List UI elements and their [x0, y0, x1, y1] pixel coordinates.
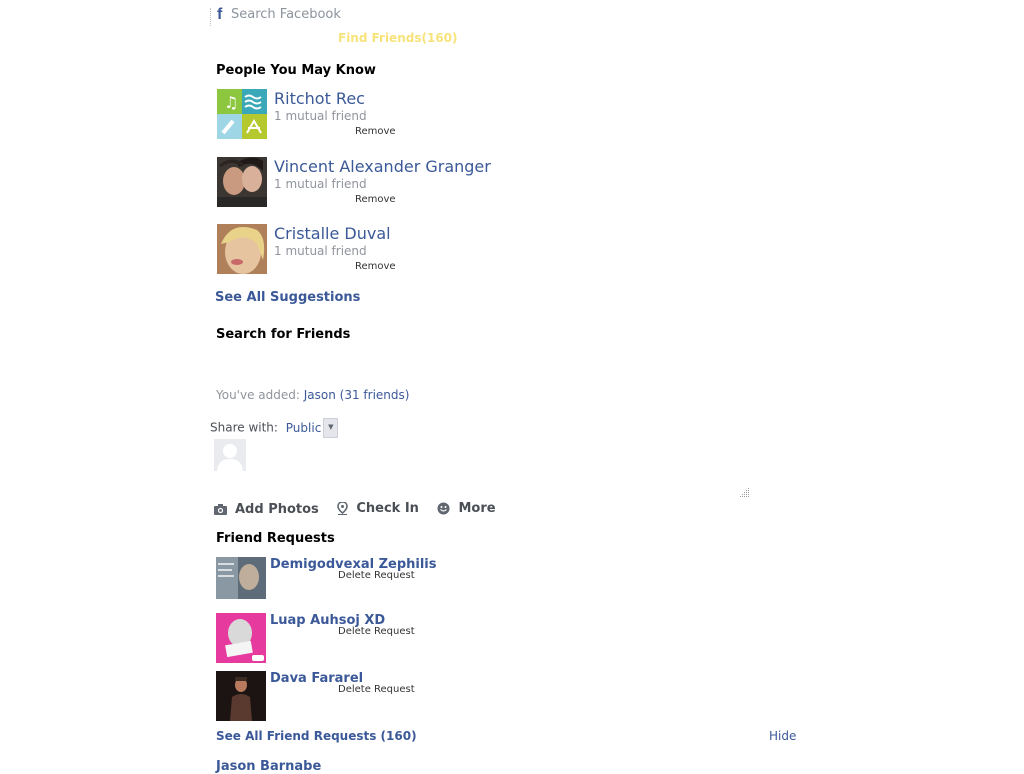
- friend-request-item: Dava Fararel Delete Request: [216, 671, 736, 723]
- delete-request-button[interactable]: Delete Request: [338, 570, 415, 581]
- search-divider: [210, 8, 213, 26]
- added-summary: You've added: Jason (31 friends): [216, 388, 409, 402]
- more-button[interactable]: More: [437, 501, 496, 516]
- avatar[interactable]: [214, 439, 246, 471]
- friend-request-photo[interactable]: [216, 557, 266, 607]
- location-pin-icon: [337, 502, 349, 515]
- friend-request-name[interactable]: Jason Barnabe: [216, 759, 321, 774]
- pymk-photo[interactable]: [217, 224, 267, 274]
- delete-request-button[interactable]: Delete Request: [338, 626, 415, 637]
- hide-link[interactable]: Hide: [769, 729, 796, 743]
- add-photos-label: Add Photos: [235, 502, 319, 517]
- added-friend-link[interactable]: Jason (31 friends): [304, 388, 410, 402]
- pymk-name[interactable]: Ritchot Rec: [274, 89, 365, 108]
- camera-icon: [214, 504, 227, 515]
- share-with-label: Share with:: [210, 420, 278, 435]
- pymk-photo[interactable]: ♫: [217, 89, 267, 139]
- smiley-icon: [437, 502, 450, 515]
- pymk-item: Vincent Alexander Granger 1 mutual frien…: [217, 157, 737, 213]
- pymk-item: ♫ Ritchot Rec 1 mutual friend Remove: [217, 89, 737, 145]
- delete-request-button[interactable]: Delete Request: [338, 684, 415, 695]
- pymk-remove-button[interactable]: Remove: [355, 261, 396, 272]
- check-in-button[interactable]: Check In: [337, 501, 419, 516]
- pymk-mutual[interactable]: 1 mutual friend: [274, 109, 367, 123]
- chevron-down-icon[interactable]: ▼: [323, 418, 339, 438]
- audience-selector[interactable]: Public: [286, 421, 322, 435]
- pymk-remove-button[interactable]: Remove: [355, 126, 396, 137]
- see-all-friend-requests-link[interactable]: See All Friend Requests (160): [216, 729, 417, 743]
- pymk-title: People You May Know: [216, 63, 376, 78]
- composer-actions: Add Photos Check In More: [214, 501, 510, 519]
- svg-text:♫: ♫: [224, 93, 238, 112]
- find-friends-link[interactable]: Find Friends(160): [338, 31, 458, 45]
- pymk-name[interactable]: Cristalle Duval: [274, 224, 391, 243]
- pymk-item: Cristalle Duval 1 mutual friend Remove: [217, 224, 737, 280]
- pymk-mutual[interactable]: 1 mutual friend: [274, 244, 367, 258]
- search-for-friends-title: Search for Friends: [216, 327, 351, 342]
- pymk-remove-button[interactable]: Remove: [355, 194, 396, 205]
- pymk-mutual[interactable]: 1 mutual friend: [274, 177, 367, 191]
- friend-request-photo[interactable]: [216, 671, 266, 721]
- facebook-f-icon[interactable]: f: [217, 6, 222, 24]
- resize-grip-icon[interactable]: [740, 483, 750, 497]
- added-prefix: You've added:: [216, 388, 300, 402]
- friend-requests-title: Friend Requests: [216, 531, 335, 546]
- add-photos-button[interactable]: Add Photos: [214, 502, 319, 517]
- search-bar[interactable]: f: [210, 4, 513, 26]
- pymk-name[interactable]: Vincent Alexander Granger: [274, 157, 491, 176]
- more-label: More: [458, 501, 496, 516]
- friend-request-item: Demigodvexal Zephilis Delete Request: [216, 557, 736, 609]
- share-with-row: Share with: Public ▼: [210, 418, 339, 438]
- see-all-suggestions-link[interactable]: See All Suggestions: [215, 290, 360, 305]
- friend-request-photo[interactable]: [216, 613, 266, 663]
- find-friends-count: (160): [421, 31, 458, 45]
- check-in-label: Check In: [356, 501, 419, 516]
- pymk-photo[interactable]: [217, 157, 267, 207]
- search-input[interactable]: [231, 4, 501, 24]
- find-friends-label: Find Friends: [338, 31, 422, 45]
- friend-request-item: Luap Auhsoj XD Delete Request: [216, 613, 736, 665]
